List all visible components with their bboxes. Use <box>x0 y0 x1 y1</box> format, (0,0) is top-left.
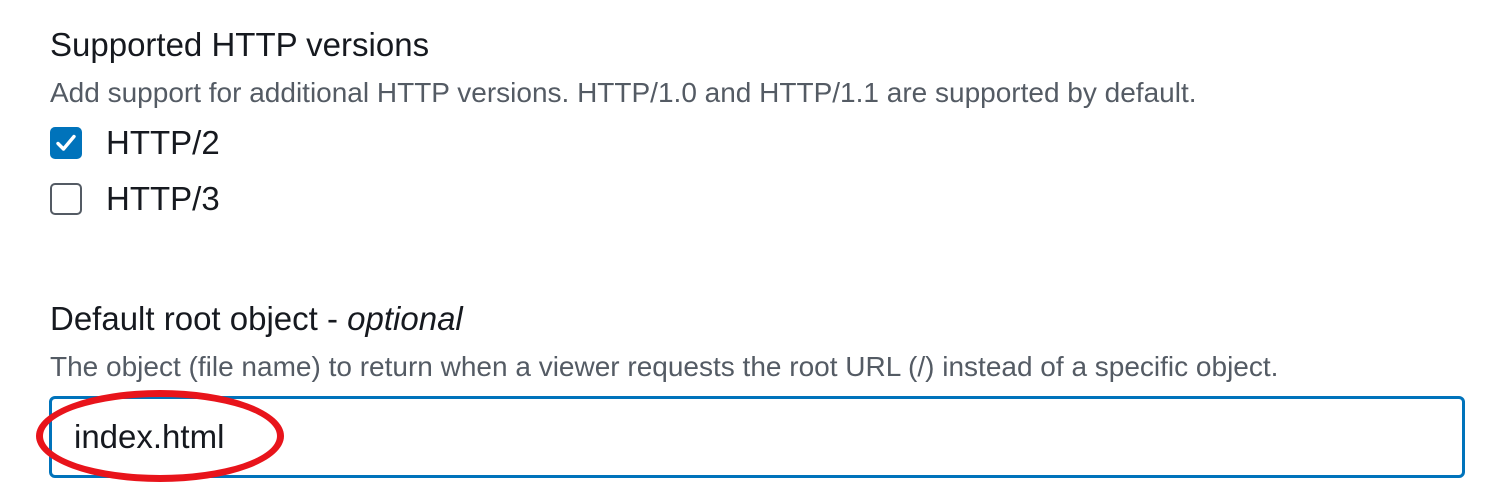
checkmark-icon <box>56 134 76 151</box>
http2-checkbox[interactable] <box>50 127 82 159</box>
default-root-object-label-text: Default root object - <box>50 300 348 337</box>
http3-label: HTTP/3 <box>106 180 220 217</box>
supported-http-versions-description: Add support for additional HTTP versions… <box>50 77 1197 108</box>
supported-http-versions-label: Supported HTTP versions <box>50 26 430 63</box>
default-root-object-description: The object (file name) to return when a … <box>50 351 1279 382</box>
http2-label: HTTP/2 <box>106 124 220 161</box>
supported-http-versions-field: Supported HTTP versions Add support for … <box>50 24 1197 227</box>
optional-tag: optional <box>347 300 463 337</box>
http3-option[interactable]: HTTP/3 <box>50 171 1197 227</box>
http3-checkbox[interactable] <box>50 183 82 215</box>
http2-option[interactable]: HTTP/2 <box>50 115 1197 171</box>
default-root-object-label: Default root object - optional <box>50 298 1278 340</box>
default-root-object-input[interactable] <box>49 396 1465 478</box>
default-root-object-field: Default root object - optional The objec… <box>50 298 1278 387</box>
http-versions-checkbox-group: HTTP/2 HTTP/3 <box>50 115 1197 227</box>
